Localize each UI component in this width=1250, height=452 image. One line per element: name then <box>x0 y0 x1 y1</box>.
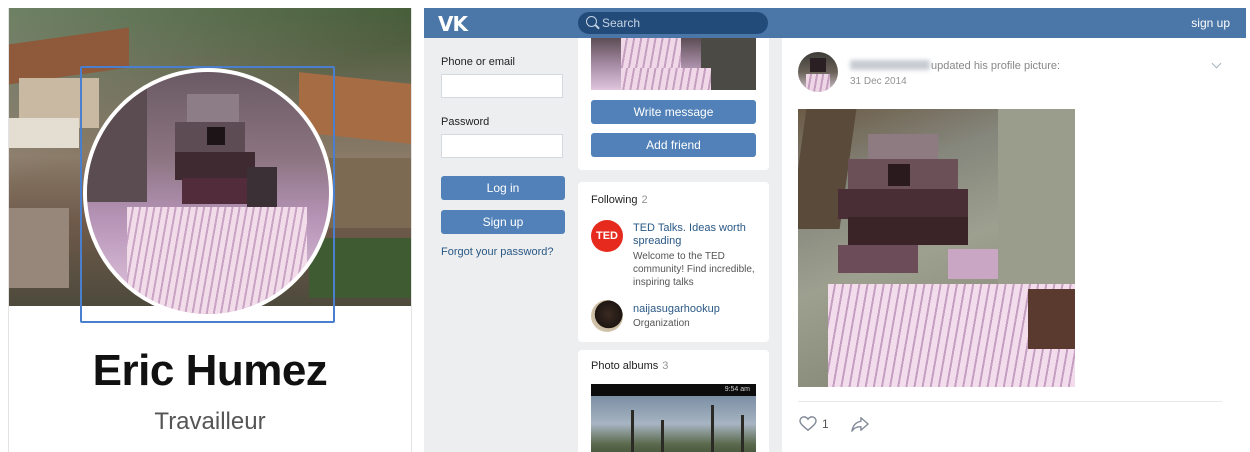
wall-post: updated his profile picture: 31 Dec 2014… <box>782 38 1246 452</box>
phone-email-input[interactable] <box>441 74 563 98</box>
naija-avatar[interactable] <box>591 300 623 332</box>
following-count: 2 <box>641 194 648 206</box>
like-count: 1 <box>822 417 829 431</box>
following-card: Following 2 TED TED Talks. Ideas worth sp… <box>578 182 769 342</box>
password-input[interactable] <box>441 134 563 158</box>
write-message-button[interactable]: Write message <box>591 100 756 124</box>
post-action-text: updated his profile picture: <box>931 60 1061 72</box>
album-statusbar: 9:54 am <box>591 384 756 396</box>
vk-profile-photo[interactable] <box>591 38 756 90</box>
search-input[interactable] <box>602 12 762 34</box>
heart-icon[interactable] <box>799 416 817 432</box>
naija-description: Organization <box>633 318 690 329</box>
password-label: Password <box>441 116 490 128</box>
share-icon[interactable] <box>850 415 870 433</box>
search-icon <box>586 16 597 27</box>
album-thumbnail[interactable]: 9:54 am <box>591 384 756 452</box>
photo-albums-card: Photo albums 3 9:54 am <box>578 350 769 452</box>
login-button[interactable]: Log in <box>441 176 565 200</box>
profile-picture-frame <box>80 66 335 323</box>
phone-email-label: Phone or email <box>441 56 515 68</box>
vk-page: VK sign up Phone or email Password Log i… <box>424 8 1246 452</box>
chevron-down-icon[interactable] <box>1211 58 1222 69</box>
post-divider <box>798 401 1222 402</box>
post-author-avatar[interactable] <box>798 52 838 92</box>
post-author-name-blurred[interactable] <box>850 60 930 70</box>
vk-header: VK sign up <box>424 8 1246 38</box>
albums-title[interactable]: Photo albums 3 <box>591 360 668 372</box>
header-signup-link[interactable]: sign up <box>1191 16 1230 30</box>
forgot-password-link[interactable]: Forgot your password? <box>441 246 565 258</box>
following-label: Following <box>591 194 638 206</box>
album-time: 9:54 am <box>724 386 750 393</box>
profile-subtitle: Travailleur <box>154 408 266 435</box>
add-friend-button[interactable]: Add friend <box>591 133 756 157</box>
ted-description: Welcome to the TED community! Find incre… <box>633 251 755 288</box>
search-box[interactable] <box>578 12 768 34</box>
following-title[interactable]: Following 2 <box>591 194 648 206</box>
login-form: Phone or email Password Log in Sign up F… <box>441 56 565 258</box>
ted-page-link[interactable]: TED Talks. Ideas worth spreading <box>633 222 758 248</box>
profile-name: Eric Humez <box>92 346 328 395</box>
profile-panel: Eric Humez Travailleur <box>8 8 412 452</box>
vk-logo[interactable]: VK <box>438 12 468 36</box>
profile-actions-card: Write message Add friend <box>578 38 769 170</box>
albums-count: 3 <box>662 360 669 372</box>
post-date[interactable]: 31 Dec 2014 <box>850 76 907 87</box>
signup-button[interactable]: Sign up <box>441 210 565 234</box>
albums-label: Photo albums <box>591 360 659 372</box>
naija-page-link[interactable]: naijasugarhookup <box>633 303 720 315</box>
post-photo[interactable] <box>798 109 1075 387</box>
ted-logo[interactable]: TED <box>591 220 623 252</box>
